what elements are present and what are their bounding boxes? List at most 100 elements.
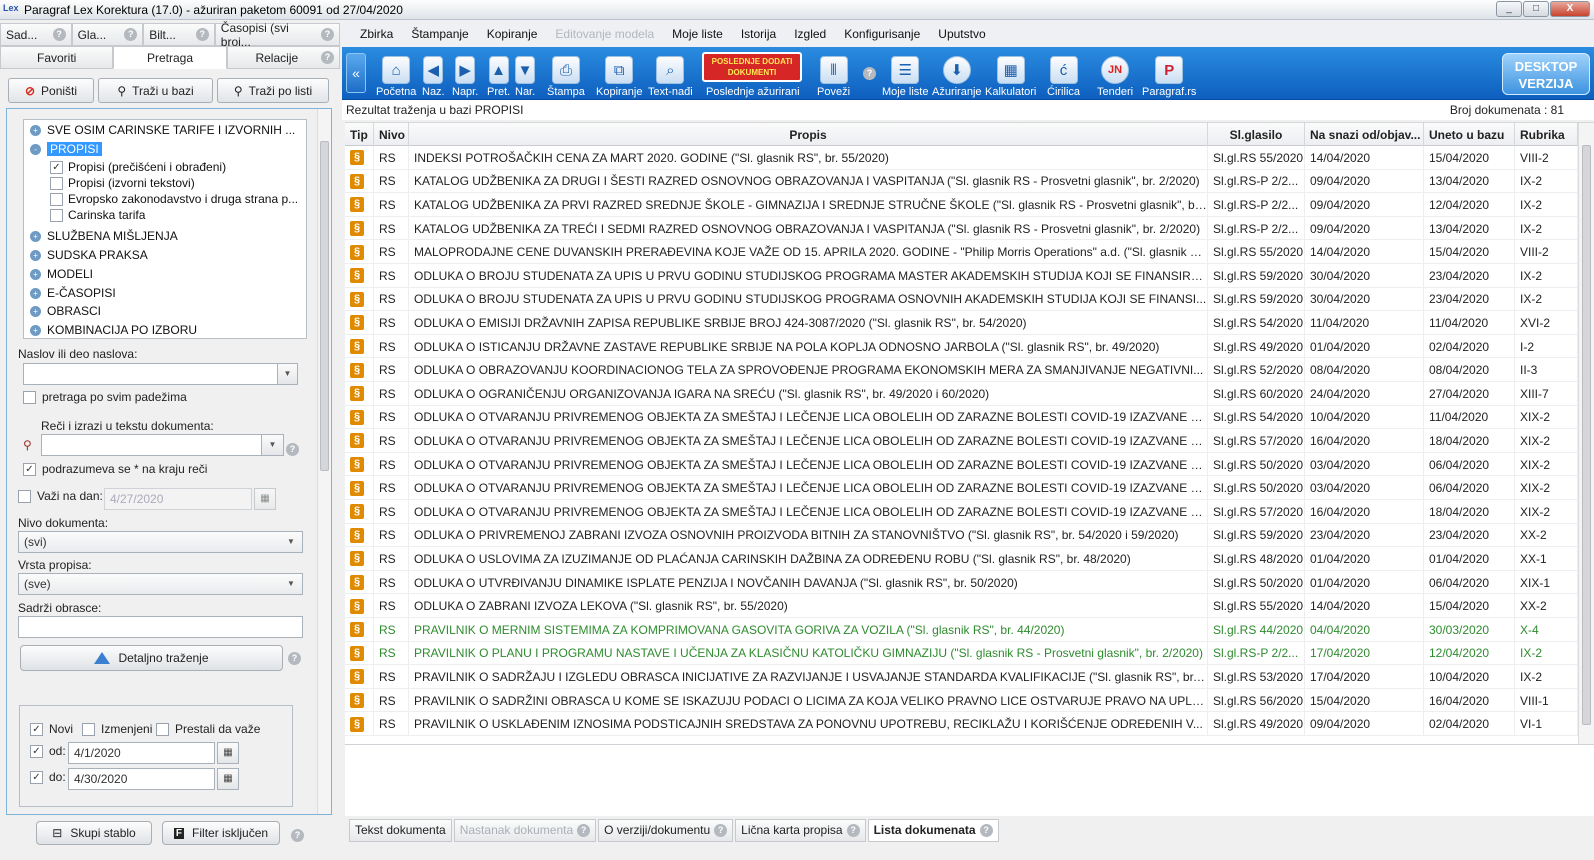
checkbox[interactable]: ✓ (23, 462, 36, 476)
all-cases-option[interactable]: pretraga po svim padežima (23, 390, 187, 404)
toolbar-tenders[interactable]: JN Tenderi (1097, 49, 1133, 99)
expand-icon[interactable]: + (30, 230, 41, 242)
toolbar-home[interactable]: ⌂ Početna (376, 49, 416, 99)
help-icon[interactable]: ? (291, 829, 304, 842)
forms-field[interactable] (18, 616, 303, 638)
collapse-icon[interactable]: - (30, 143, 41, 155)
toolbar-update[interactable]: ⬇ Ažuriranje (932, 49, 982, 99)
help-icon[interactable]: ? (979, 823, 993, 837)
table-row[interactable]: § RS ODLUKA O OTVARANJU PRIVREMENOG OBJEKT… (345, 405, 1594, 430)
toolbar-calculators[interactable]: ▦ Kalkulatori (985, 49, 1036, 99)
checkbox[interactable]: ✓ (30, 722, 43, 736)
collapse-panel-icon[interactable]: « (346, 53, 366, 93)
search-db-button[interactable]: ⚲ Traži u bazi (98, 78, 213, 103)
tab-glavni[interactable]: Gla...? (71, 23, 144, 46)
table-row[interactable]: § RS ODLUKA O BROJU STUDENATA ZA UPIS U PR… (345, 287, 1594, 312)
cancel-button[interactable]: ⊘ Poništi (8, 78, 94, 103)
table-row[interactable]: § RS ODLUKA O PRIVREMENOJ ZABRANI IZVOZA O… (345, 523, 1594, 548)
tree-node[interactable]: + OBRASCI (30, 303, 101, 319)
chevron-down-icon[interactable]: ▼ (277, 363, 298, 385)
expand-icon[interactable]: + (30, 249, 41, 261)
table-row[interactable]: § RS ODLUKA O OTVARANJU PRIVREMENOG OBJEKT… (345, 500, 1594, 524)
tab-pretraga[interactable]: Pretraga (113, 46, 227, 69)
tab-sadrzaj[interactable]: Sad...? (0, 23, 72, 46)
table-row[interactable]: § RS ODLUKA O OTVARANJU PRIVREMENOG OBJEKT… (345, 429, 1594, 453)
toolbar-my-lists[interactable]: ☰ Moje liste (882, 49, 928, 99)
tree-node[interactable]: + SLUŽBENA MIŠLJENJA (30, 228, 178, 244)
checkbox[interactable]: ✓ (30, 770, 43, 784)
scrollbar-thumb[interactable] (320, 141, 329, 471)
checkbox[interactable] (50, 208, 63, 222)
tree-node[interactable]: + SVE OSIM CARINSKE TARIFE I IZVORNIH ... (30, 122, 295, 138)
expired-option[interactable]: Prestali da važe (156, 722, 260, 736)
toolbar-forward[interactable]: ▶ Napr. (452, 49, 478, 99)
detailed-search-button[interactable]: Detaljno traženje (20, 645, 283, 671)
toolbar-paragraf-rs[interactable]: P Paragraf.rs (1142, 49, 1196, 99)
menu-kopiranje[interactable]: Kopiranje (487, 27, 538, 41)
table-row[interactable]: § RS PRAVILNIK O MERNIM SISTEMIMA ZA KOMPR… (345, 618, 1594, 642)
tree-node[interactable]: + KOMBINACIJA PO IZBORU (30, 322, 197, 338)
tree-child[interactable]: Evropsko zakonodavstvo i druga strana p.… (50, 191, 298, 207)
help-icon[interactable]: ? (286, 443, 299, 456)
menu-istorija[interactable]: Istorija (741, 27, 776, 41)
menu-stampanje[interactable]: Štampanje (411, 27, 468, 41)
panel-scrollbar[interactable] (317, 109, 331, 814)
menu-editovanje-modela[interactable]: Editovanje modela (555, 27, 654, 41)
collapse-tree-button[interactable]: ⊟ Skupi stablo (36, 821, 152, 845)
menu-moje-liste[interactable]: Moje liste (672, 27, 723, 41)
help-icon[interactable]: ? (577, 823, 591, 837)
table-row[interactable]: § RS MALOPRODAJNE CENE DUVANSKIH PRERAĐEVI… (345, 240, 1594, 264)
checkbox[interactable] (156, 722, 169, 736)
table-row[interactable]: § RS PRAVILNIK O SADRŽAJU I IZGLEDU OBRASC… (345, 665, 1594, 689)
tree-node-propisi[interactable]: - PROPISI (30, 141, 102, 157)
type-select[interactable]: (sve) (18, 573, 303, 595)
table-row[interactable]: § RS KATALOG UDŽBENIKA ZA DRUGI I ŠESTI RA… (345, 169, 1594, 194)
help-icon[interactable]: ? (124, 28, 138, 41)
search-list-button[interactable]: ⚲ Traži po listi (217, 78, 329, 103)
book-search-icon[interactable]: ⚲ (23, 438, 32, 452)
tree-node[interactable]: + E-ČASOPISI (30, 285, 116, 301)
table-row[interactable]: § RS ODLUKA O UTVRĐIVANJU DINAMIKE ISPLATE… (345, 570, 1594, 595)
table-row[interactable]: § RS PRAVILNIK O USKLAĐENIM IZNOSIMA PODST… (345, 712, 1594, 736)
table-row[interactable]: § RS PRAVILNIK O PLANU I PROGRAMU NASTAVE … (345, 641, 1594, 666)
tree-node[interactable]: + SUDSKA PRAKSA (30, 247, 148, 263)
expand-icon[interactable]: + (30, 268, 41, 280)
chevron-down-icon[interactable]: ▼ (261, 434, 284, 456)
tab-favoriti[interactable]: Favoriti (0, 46, 114, 69)
help-icon[interactable]: ? (288, 652, 301, 665)
valid-on-date-field[interactable]: 4/27/2020 (104, 488, 252, 510)
scrollbar-thumb[interactable] (1582, 145, 1591, 725)
table-row[interactable]: § RS KATALOG UDŽBENIKA ZA TREĆI I SEDMI RA… (345, 216, 1594, 241)
tab-casopisi[interactable]: Časopisi (svi broj...? (214, 21, 340, 49)
table-row[interactable]: § RS INDEKSI POTROŠAČKIH CENA ZA MART 2020… (345, 146, 1594, 170)
toolbar-copy[interactable]: ⧉ Kopiranje (596, 49, 642, 99)
toolbar-print[interactable]: ⎙ Štampa (547, 49, 585, 99)
expand-icon[interactable]: + (30, 324, 41, 336)
toolbar-text-find[interactable]: ⌕ Text-nađi (648, 49, 693, 99)
words-field[interactable] (41, 434, 284, 456)
toolbar-link[interactable]: ⫴ Poveži (817, 49, 850, 99)
table-row[interactable]: § RS ODLUKA O OTVARANJU PRIVREMENOG OBJEKT… (345, 476, 1594, 500)
filter-button[interactable]: F Filter isključen (162, 821, 280, 845)
calendar-icon[interactable]: ▦ (217, 742, 239, 764)
checkbox[interactable] (50, 192, 63, 206)
toolbar-back[interactable]: ◀ Naz. (422, 49, 445, 99)
tab-regulation-card[interactable]: Lična karta propisa? (735, 818, 866, 842)
to-date-field[interactable]: 4/30/2020 (68, 768, 215, 790)
checkbox[interactable] (50, 176, 63, 190)
from-date-field[interactable]: 4/1/2020 (68, 742, 215, 764)
help-icon[interactable]: ? (195, 28, 209, 41)
level-select[interactable]: (svi) (18, 531, 303, 553)
table-row[interactable]: § RS ODLUKA O ISTICANJU DRŽAVNE ZASTAVE RE… (345, 334, 1594, 359)
help-icon[interactable]: ? (846, 823, 860, 837)
minimize-button[interactable]: _ (1496, 1, 1522, 17)
table-row[interactable]: § RS ODLUKA O OGRANIČENJU ORGANIZOVANJA IG… (345, 382, 1594, 406)
checkbox[interactable] (18, 489, 31, 503)
to-option[interactable]: ✓ do: (30, 770, 66, 784)
calendar-icon[interactable]: ▦ (217, 768, 239, 790)
column-header-glasilo[interactable]: Sl.glasilo (1208, 123, 1305, 146)
chevron-down-icon[interactable]: ▼ (287, 579, 295, 588)
valid-on-option[interactable]: Važi na dan: (18, 489, 103, 503)
table-row[interactable]: § RS ODLUKA O OTVARANJU PRIVREMENOG OBJEKT… (345, 452, 1594, 477)
tab-bilten[interactable]: Bilt...? (143, 23, 215, 46)
